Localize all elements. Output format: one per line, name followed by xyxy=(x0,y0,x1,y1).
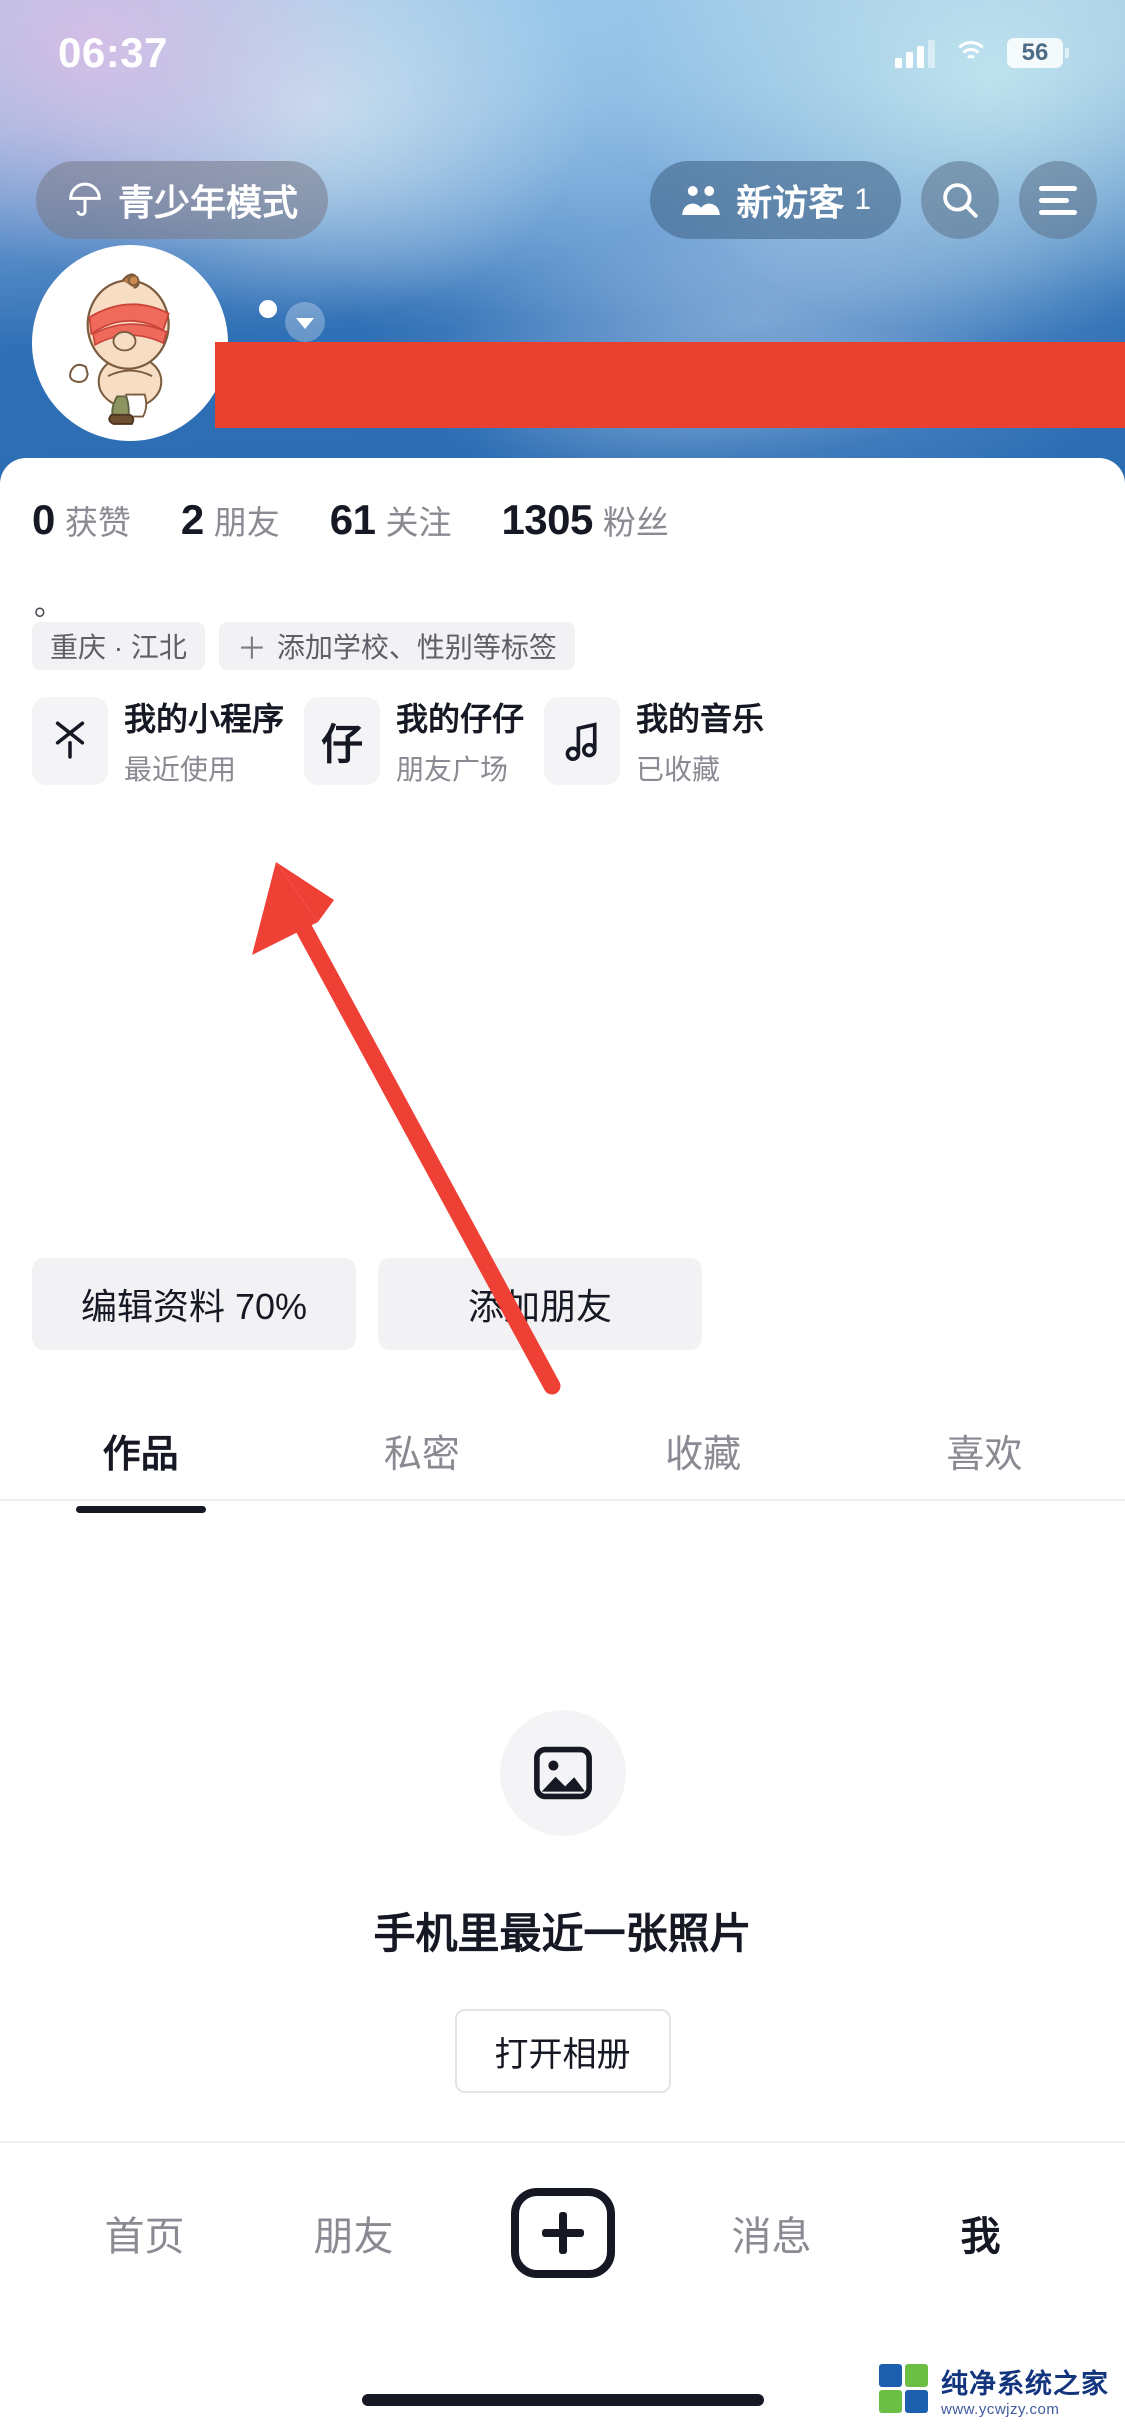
card-title: 我的仔仔 xyxy=(396,701,525,737)
online-status-dot xyxy=(259,300,277,318)
home-indicator xyxy=(361,2394,764,2406)
wifi-icon xyxy=(953,39,989,67)
tab-label: 私密 xyxy=(383,1433,460,1476)
profile-bio[interactable]: 。 xyxy=(34,580,64,624)
hamburger-menu-icon xyxy=(1039,185,1077,215)
tab-label: 收藏 xyxy=(665,1433,742,1476)
cartoon-baby-avatar xyxy=(38,251,222,435)
add-friend-button[interactable]: 添加朋友 xyxy=(378,1258,702,1350)
tab-collection[interactable]: 收藏 xyxy=(563,1395,844,1505)
status-bar-right: 56 xyxy=(895,37,1069,68)
plus-icon xyxy=(510,2188,615,2278)
tab-likes[interactable]: 喜欢 xyxy=(844,1395,1125,1505)
top-navigation: 青少年模式 新访客 1 xyxy=(0,155,1125,245)
profile-tags: 重庆 · 江北 ＋ 添加学校、性别等标签 xyxy=(32,622,575,670)
tab-private[interactable]: 私密 xyxy=(281,1395,562,1505)
bottom-nav-messages[interactable]: 消息 xyxy=(667,2204,876,2262)
chevron-down-icon[interactable] xyxy=(285,302,325,342)
bottom-nav-create[interactable] xyxy=(458,2188,667,2278)
card-subtitle: 朋友广场 xyxy=(396,754,509,785)
umbrella-icon xyxy=(69,182,101,217)
profile-stats: 0 获赞 2 朋友 61 关注 1305 粉丝 xyxy=(32,496,669,544)
card-text: 我的仔仔 朋友广场 xyxy=(396,694,524,788)
content-tabs: 作品 私密 收藏 喜欢 xyxy=(0,1395,1125,1505)
battery-level: 56 xyxy=(1021,38,1049,66)
card-music[interactable]: 我的音乐 已收藏 xyxy=(544,694,764,788)
menu-button[interactable] xyxy=(1019,161,1097,239)
youth-mode-button[interactable]: 青少年模式 xyxy=(36,161,329,239)
tab-label: 喜欢 xyxy=(946,1433,1023,1476)
stat-label: 粉丝 xyxy=(602,504,669,541)
card-title: 我的小程序 xyxy=(124,701,285,737)
stat-label: 获赞 xyxy=(64,504,131,541)
search-button[interactable] xyxy=(921,161,999,239)
watermark-logo-icon xyxy=(879,2364,931,2416)
stat-value: 0 xyxy=(32,496,55,543)
new-visitors-button[interactable]: 新访客 1 xyxy=(650,161,901,239)
stat-label: 关注 xyxy=(385,504,452,541)
battery-indicator: 56 xyxy=(1007,37,1069,68)
card-title: 我的音乐 xyxy=(636,701,765,737)
watermark: 纯净系统之家 www.ycwjzy.com xyxy=(879,2362,1109,2418)
bottom-nav-me[interactable]: 我 xyxy=(876,2204,1085,2262)
tag-label: 添加学校、性别等标签 xyxy=(276,632,557,663)
plus-icon: ＋ xyxy=(236,633,267,666)
card-zaizai[interactable]: 仔 我的仔仔 朋友广场 xyxy=(304,694,524,788)
stat-label: 朋友 xyxy=(213,504,280,541)
bottom-nav-home[interactable]: 首页 xyxy=(40,2204,249,2262)
status-time: 06:37 xyxy=(58,28,168,76)
new-visitors-label: 新访客 xyxy=(736,182,845,223)
stat-value: 1305 xyxy=(501,496,593,543)
bottom-nav-row: 首页 朋友 消息 我 xyxy=(0,2143,1125,2323)
card-subtitle: 已收藏 xyxy=(636,754,721,785)
watermark-text: 纯净系统之家 www.ycwjzy.com xyxy=(941,2362,1109,2418)
watermark-name: 纯净系统之家 xyxy=(941,2369,1109,2399)
signal-bars-icon xyxy=(895,38,935,68)
empty-state: 手机里最近一张照片 打开相册 xyxy=(0,1600,1125,2093)
tag-add-info[interactable]: ＋ 添加学校、性别等标签 xyxy=(218,622,575,670)
card-text: 我的音乐 已收藏 xyxy=(636,694,764,788)
moon-icon xyxy=(180,38,210,68)
open-album-button[interactable]: 打开相册 xyxy=(454,2009,671,2093)
card-text: 我的小程序 最近使用 xyxy=(124,694,284,788)
card-mini-programs[interactable]: 我的小程序 最近使用 xyxy=(32,694,284,788)
douyin-logo-icon xyxy=(32,697,108,785)
status-bar-left: 06:37 xyxy=(58,29,210,77)
new-visitors-count: 1 xyxy=(854,183,871,216)
tag-location[interactable]: 重庆 · 江北 xyxy=(32,622,205,670)
bottom-nav-friends[interactable]: 朋友 xyxy=(249,2204,458,2262)
empty-state-text: 手机里最近一张照片 xyxy=(373,1910,752,1957)
edit-profile-button[interactable]: 编辑资料 70% xyxy=(32,1258,356,1350)
tag-label: 重庆 · 江北 xyxy=(50,632,187,663)
username-redaction-bar xyxy=(215,342,1125,428)
youth-mode-label: 青少年模式 xyxy=(118,182,299,223)
music-note-icon xyxy=(544,697,621,785)
stat-followers[interactable]: 1305 粉丝 xyxy=(501,496,668,544)
card-subtitle: 最近使用 xyxy=(124,754,237,785)
stat-value: 61 xyxy=(329,496,376,543)
tab-label: 作品 xyxy=(102,1433,179,1476)
stat-likes[interactable]: 0 获赞 xyxy=(32,496,131,544)
stat-value: 2 xyxy=(180,496,204,543)
mini-app-cards: 我的小程序 最近使用 仔 我的仔仔 朋友广场 我的音乐 已收藏 xyxy=(32,694,764,788)
watermark-url: www.ycwjzy.com xyxy=(941,2401,1060,2418)
image-placeholder-icon xyxy=(499,1710,626,1836)
friends-icon xyxy=(682,186,721,215)
status-bar: 06:37 56 xyxy=(0,0,1125,105)
stat-friends[interactable]: 2 朋友 xyxy=(181,496,280,544)
stat-following[interactable]: 61 关注 xyxy=(330,496,452,544)
profile-actions: 编辑资料 70% 添加朋友 xyxy=(32,1258,702,1350)
avatar[interactable] xyxy=(32,245,228,441)
tab-works[interactable]: 作品 xyxy=(0,1395,281,1505)
search-icon xyxy=(943,183,978,218)
zaizai-icon: 仔 xyxy=(304,697,381,785)
